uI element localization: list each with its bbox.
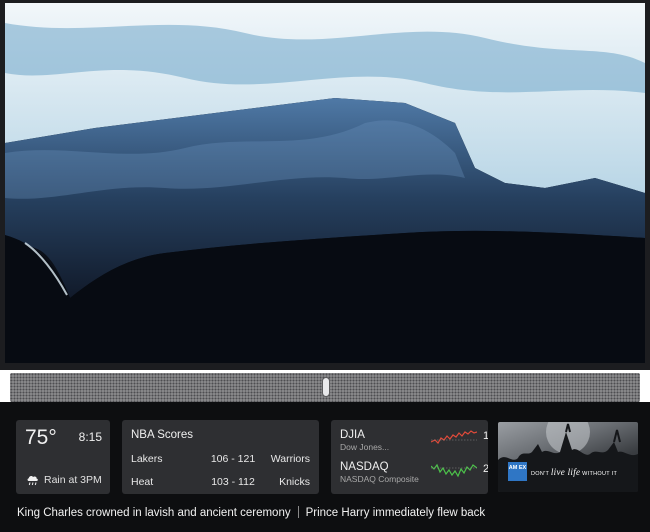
ad-slogan: DON'T live life WITHOUT IT <box>531 467 617 477</box>
tv-screen-artwork <box>5 3 645 363</box>
ticker-divider <box>297 506 299 518</box>
slogan-text: WITHOUT IT <box>580 471 618 477</box>
nasdaq-sparkline <box>431 463 477 478</box>
game-score: 103 - 112 <box>211 476 255 488</box>
game-row: Heat 103 - 112 Knicks <box>131 476 310 490</box>
ambient-info-panel: 75° 8:15 Rain at 3PM NBA Scores Lakers 1… <box>0 402 650 532</box>
amex-logo: AM EX <box>508 462 527 481</box>
game-score: 106 - 121 <box>210 453 256 465</box>
slogan-text: DON'T <box>531 471 551 477</box>
djia-sparkline <box>431 430 477 444</box>
temperature: 75° <box>25 426 57 449</box>
amex-advertisement[interactable]: AM EX DON'T live life WITHOUT IT <box>498 422 638 492</box>
nba-scores-widget[interactable]: NBA Scores Lakers 106 - 121 Warriors Hea… <box>122 420 319 494</box>
clock-time: 8:15 <box>78 430 102 444</box>
concert-crowd-image <box>498 422 638 492</box>
news-ticker[interactable]: King Charles crowned in lavish and ancie… <box>17 506 489 524</box>
soundbar-speaker <box>10 373 640 402</box>
stock-name: Dow Jones... <box>340 442 390 452</box>
team-name: Warriors <box>270 453 310 465</box>
ocean-wave-artwork <box>5 3 645 363</box>
nba-scores-title: NBA Scores <box>131 429 193 441</box>
team-name: Lakers <box>131 453 163 465</box>
soundbar-indicator <box>322 377 330 397</box>
team-name: Knicks <box>279 476 310 488</box>
slogan-script-text: live life <box>550 467 581 477</box>
team-name: Heat <box>131 476 154 488</box>
weather-forecast: Rain at 3PM <box>44 474 102 486</box>
stock-name: NASDAQ Composite <box>340 474 419 484</box>
game-row: Lakers 106 - 121 Warriors <box>131 453 310 467</box>
headline: Prince Harry immediately flew back <box>305 507 486 519</box>
rain-cloud-icon <box>27 476 38 486</box>
stock-value: 2 <box>483 463 488 475</box>
stock-item-nasdaq: NASDAQ NASDAQ Composite <box>340 461 419 484</box>
stock-symbol: DJIA <box>340 429 365 441</box>
stock-value: 1 <box>483 430 488 442</box>
stock-symbol: NASDAQ <box>340 461 389 473</box>
weather-widget[interactable]: 75° 8:15 Rain at 3PM <box>16 420 110 494</box>
tv-frame <box>0 0 650 370</box>
headline: King Charles crowned in lavish and ancie… <box>17 507 291 519</box>
stocks-widget[interactable]: DJIA Dow Jones... 1 NASDAQ NASDAQ Compos… <box>331 420 488 494</box>
stock-item-djia: DJIA Dow Jones... <box>340 429 389 452</box>
